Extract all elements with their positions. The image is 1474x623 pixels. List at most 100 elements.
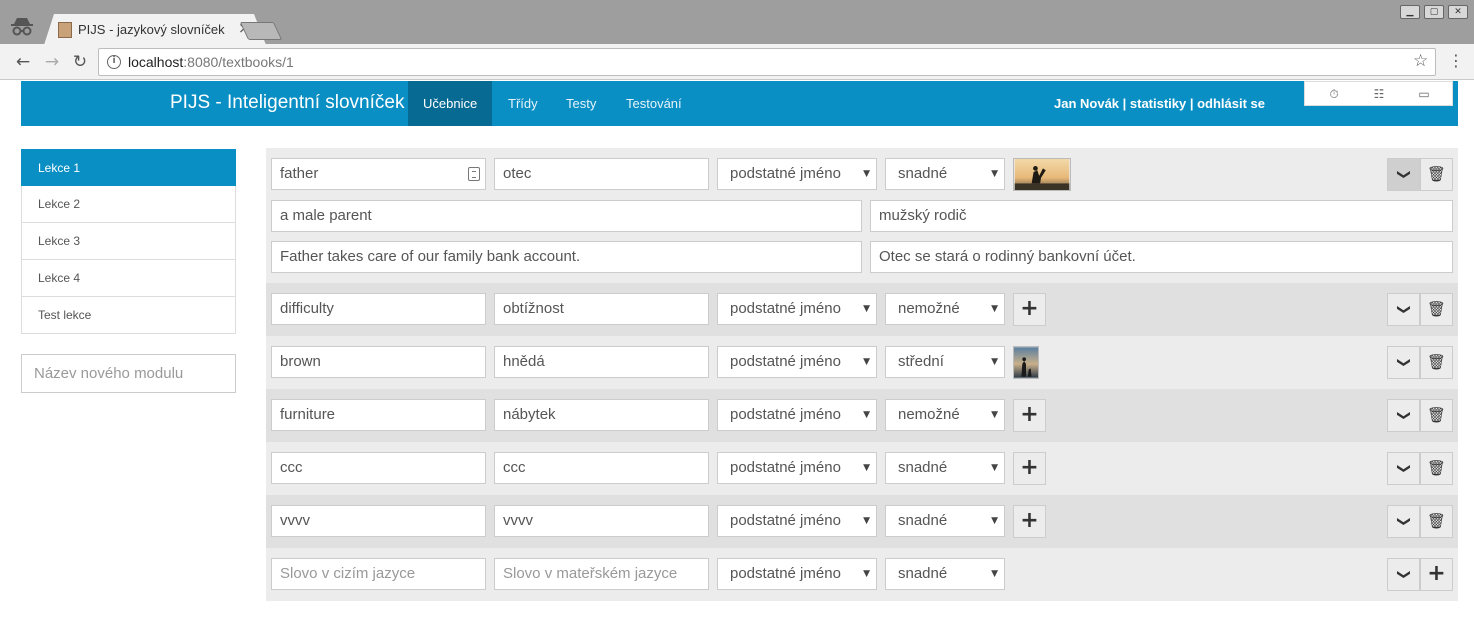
tree-icon[interactable]: ☷ bbox=[1371, 86, 1387, 102]
expand-button[interactable]: ❯ bbox=[1387, 293, 1420, 326]
add-image-button[interactable]: + bbox=[1013, 452, 1046, 485]
native-word-input[interactable]: obtížnost bbox=[494, 293, 709, 325]
address-bar[interactable]: i localhost:8080/textbooks/1 ☆ bbox=[98, 48, 1436, 76]
caret-down-icon: ▼ bbox=[863, 357, 870, 367]
nav-ucebnice[interactable]: Učebnice bbox=[408, 81, 493, 126]
delete-button[interactable]: 🗑 bbox=[1420, 452, 1453, 485]
lesson-item[interactable]: Lekce 4 bbox=[21, 260, 236, 297]
lesson-item[interactable]: Lekce 3 bbox=[21, 223, 236, 260]
add-image-button[interactable]: + bbox=[1013, 293, 1046, 326]
add-image-button[interactable]: + bbox=[1013, 505, 1046, 538]
part-of-speech-select[interactable]: podstatné jméno ▼ bbox=[717, 293, 877, 325]
word-image[interactable] bbox=[1013, 158, 1071, 191]
chevron-down-icon: ❯ bbox=[1396, 169, 1411, 180]
lesson-item[interactable]: Lekce 2 bbox=[21, 186, 236, 223]
expand-button[interactable]: ❯ bbox=[1387, 452, 1420, 485]
nav-tridy[interactable]: Třídy bbox=[493, 81, 553, 126]
collapse-button[interactable]: ❯ bbox=[1387, 158, 1420, 191]
caret-down-icon: ▼ bbox=[991, 304, 998, 314]
part-of-speech-select[interactable]: podstatné jméno ▼ bbox=[717, 346, 877, 378]
trash-icon: 🗑 bbox=[1426, 300, 1447, 318]
card-icon[interactable] bbox=[468, 167, 480, 181]
browser-tab[interactable]: PIJS - jazykový slovníček × bbox=[44, 14, 266, 45]
part-of-speech-select[interactable]: podstatné jméno ▼ bbox=[717, 158, 877, 190]
foreign-word-input[interactable]: ccc bbox=[271, 452, 486, 484]
difficulty-select[interactable]: nemožné ▼ bbox=[885, 399, 1005, 431]
caret-down-icon: ▼ bbox=[863, 463, 870, 473]
foreign-word-input[interactable]: furniture bbox=[271, 399, 486, 431]
bookmark-star-icon[interactable]: ☆ bbox=[1413, 51, 1428, 71]
trash-icon: 🗑 bbox=[1426, 165, 1447, 183]
expand-button[interactable]: ❯ bbox=[1387, 558, 1420, 591]
add-image-button[interactable]: + bbox=[1013, 399, 1046, 432]
example-native-input[interactable]: Otec se stará o rodinný bankovní účet. bbox=[870, 241, 1453, 273]
browser-menu-icon[interactable]: ⋮ bbox=[1448, 51, 1464, 73]
definition-foreign-input[interactable]: a male parent bbox=[271, 200, 862, 232]
new-module-input[interactable]: Název nového modulu bbox=[21, 354, 236, 393]
user-links[interactable]: Jan Novák | statistiky | odhlásit se bbox=[1054, 96, 1265, 111]
part-of-speech-select[interactable]: podstatné jméno ▼ bbox=[717, 505, 877, 537]
native-word-input[interactable]: otec bbox=[494, 158, 709, 190]
maximize-icon[interactable]: ▢ bbox=[1424, 5, 1444, 19]
nav-testy[interactable]: Testy bbox=[551, 81, 611, 126]
nav-testovani[interactable]: Testování bbox=[611, 81, 697, 126]
forward-icon[interactable]: → bbox=[41, 51, 63, 73]
foreign-word-input[interactable]: father bbox=[271, 158, 486, 190]
difficulty-select[interactable]: střední ▼ bbox=[885, 346, 1005, 378]
new-native-word-input[interactable]: Slovo v mateřském jazyce bbox=[494, 558, 709, 590]
difficulty-select[interactable]: snadné ▼ bbox=[885, 158, 1005, 190]
part-of-speech-select[interactable]: podstatné jméno ▼ bbox=[717, 558, 877, 590]
delete-button[interactable]: 🗑 bbox=[1420, 505, 1453, 538]
caret-down-icon: ▼ bbox=[991, 169, 998, 179]
expand-button[interactable]: ❯ bbox=[1387, 505, 1420, 538]
window-close-icon[interactable]: ✕ bbox=[1448, 5, 1468, 19]
expand-button[interactable]: ❯ bbox=[1387, 399, 1420, 432]
delete-button[interactable]: 🗑 bbox=[1420, 399, 1453, 432]
difficulty-select[interactable]: nemožné ▼ bbox=[885, 293, 1005, 325]
delete-button[interactable]: 🗑 bbox=[1420, 158, 1453, 191]
tab-title: PIJS - jazykový slovníček bbox=[78, 22, 225, 37]
chevron-down-icon: ❯ bbox=[1396, 357, 1411, 368]
difficulty-select[interactable]: snadné ▼ bbox=[885, 452, 1005, 484]
plus-icon: + bbox=[1427, 561, 1446, 586]
lesson-item[interactable]: Test lekce bbox=[21, 297, 236, 334]
delete-button[interactable]: 🗑 bbox=[1420, 293, 1453, 326]
native-word-input[interactable]: hnědá bbox=[494, 346, 709, 378]
word-image[interactable] bbox=[1013, 346, 1039, 379]
chevron-down-icon: ❯ bbox=[1396, 304, 1411, 315]
back-icon[interactable]: ← bbox=[12, 51, 34, 73]
new-foreign-word-input[interactable]: Slovo v cizím jazyce bbox=[271, 558, 486, 590]
example-foreign-input[interactable]: Father takes care of our family bank acc… bbox=[271, 241, 862, 273]
browser-titlebar: PIJS - jazykový slovníček × ▁ ▢ ✕ bbox=[0, 0, 1474, 45]
part-of-speech-select[interactable]: podstatné jméno ▼ bbox=[717, 399, 877, 431]
native-word-input[interactable]: nábytek bbox=[494, 399, 709, 431]
definition-native-input[interactable]: mužský rodič bbox=[870, 200, 1453, 232]
caret-down-icon: ▼ bbox=[863, 516, 870, 526]
extension-toolbox: ⏱ ☷ ▭ bbox=[1304, 81, 1453, 106]
difficulty-select[interactable]: snadné ▼ bbox=[885, 558, 1005, 590]
expand-button[interactable]: ❯ bbox=[1387, 346, 1420, 379]
lesson-item[interactable]: Lekce 1 bbox=[21, 149, 236, 186]
chevron-down-icon: ❯ bbox=[1396, 516, 1411, 527]
info-icon[interactable]: i bbox=[107, 55, 121, 69]
minimize-icon[interactable]: ▁ bbox=[1400, 5, 1420, 19]
chevron-down-icon: ❯ bbox=[1396, 569, 1411, 580]
foreign-word-input[interactable]: difficulty bbox=[271, 293, 486, 325]
timer-icon[interactable]: ⏱ bbox=[1326, 86, 1342, 102]
app-brand[interactable]: PIJS - Inteligentní slovníček bbox=[170, 92, 404, 114]
add-word-button[interactable]: + bbox=[1420, 558, 1453, 591]
reload-icon[interactable]: ↻ bbox=[69, 51, 91, 73]
native-word-input[interactable]: vvvv bbox=[494, 505, 709, 537]
comment-icon[interactable]: ▭ bbox=[1416, 86, 1432, 102]
caret-down-icon: ▼ bbox=[991, 410, 998, 420]
delete-button[interactable]: 🗑 bbox=[1420, 346, 1453, 379]
new-tab-button[interactable] bbox=[239, 22, 283, 40]
foreign-word-input[interactable]: brown bbox=[271, 346, 486, 378]
native-word-input[interactable]: ccc bbox=[494, 452, 709, 484]
caret-down-icon: ▼ bbox=[991, 357, 998, 367]
foreign-word-input[interactable]: vvvv bbox=[271, 505, 486, 537]
part-of-speech-select[interactable]: podstatné jméno ▼ bbox=[717, 452, 877, 484]
difficulty-select[interactable]: snadné ▼ bbox=[885, 505, 1005, 537]
caret-down-icon: ▼ bbox=[863, 169, 870, 179]
trash-icon: 🗑 bbox=[1426, 353, 1447, 371]
